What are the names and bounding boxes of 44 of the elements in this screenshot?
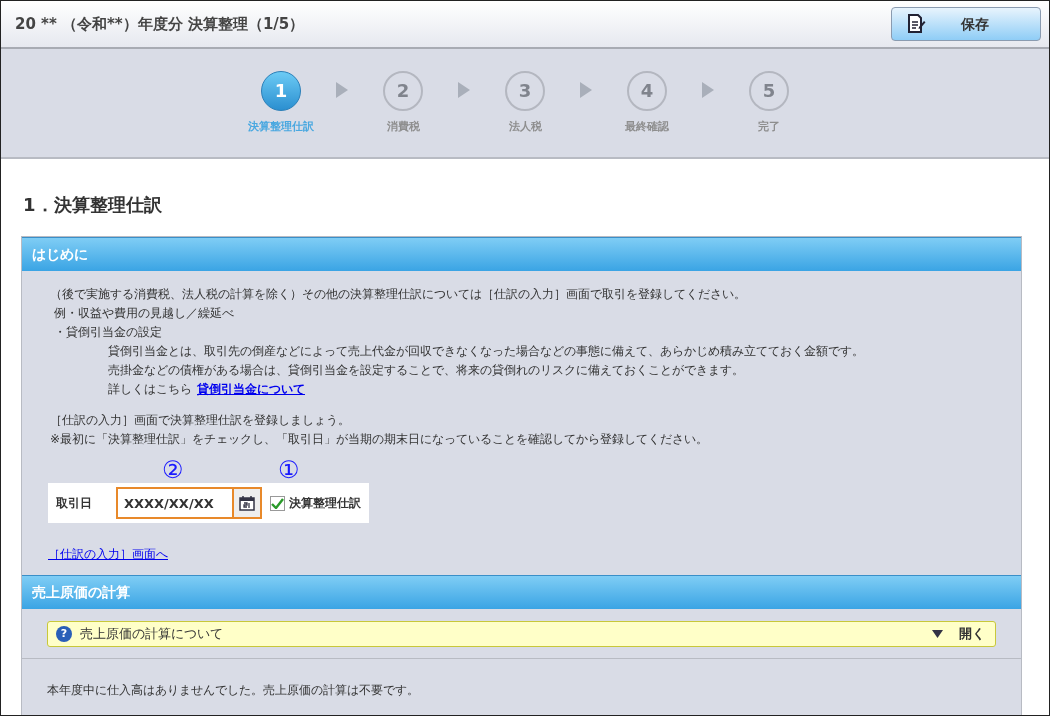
step-label: 最終確認	[625, 118, 669, 135]
step-number: 5	[749, 70, 789, 111]
field-label: 取引日	[56, 495, 93, 512]
page-heading: 1．決算整理仕訳	[23, 193, 163, 217]
body-text: （後で実施する消費税、法人税の計算を除く）その他の決算整理仕訳については［仕訳の入力］画面で取引を登録してください。	[50, 286, 746, 303]
step-number: 1	[261, 70, 301, 111]
step-number: 2	[383, 70, 423, 111]
help-icon: ?	[56, 626, 72, 642]
body-text: ・貸倒引当金の設定	[54, 324, 162, 341]
body-text: 売掛金などの債権がある場合は、貸倒引当金を設定することで、将来の貸倒れのリスクに備えておくことができます。	[108, 362, 744, 379]
section-header: 売上原価の計算	[22, 575, 1021, 609]
body-text: 貸倒引当金とは、取引先の倒産などによって売上代金が回収できなくなった場合などの事態に備えて、あらかじめ積み立てておく金額です。	[108, 343, 864, 360]
section-header: はじめに	[22, 237, 1021, 271]
step-label: 法人税	[508, 118, 542, 135]
step-number: 3	[505, 70, 545, 111]
date-field[interactable]: XXXX/XX/XX	[116, 487, 234, 519]
step-arrow-icon	[458, 82, 470, 98]
body-text: 例・収益や費用の見越し／繰延べ	[54, 305, 234, 322]
body-text: ［仕訳の入力］画面で決算整理仕訳を登録しましょう。	[50, 412, 350, 429]
checkbox-label: 決算整理仕訳	[289, 495, 361, 512]
accordion-header[interactable]: ? 売上原価の計算について 開く	[47, 621, 996, 647]
info-link[interactable]: 貸倒引当金について	[197, 380, 305, 399]
step-arrow-icon	[580, 82, 592, 98]
body-text: 詳しくはこちら	[108, 381, 192, 398]
checkbox[interactable]	[270, 495, 285, 511]
toggle-label: 開く	[959, 625, 985, 644]
journal-entry-link[interactable]: ［仕訳の入力］画面へ	[48, 547, 168, 561]
body-text: ※最初に「決算整理仕訳」をチェックし、「取引日」が当期の期末日になっていることを確認してから登録してください。	[50, 431, 709, 448]
step-arrow-icon	[702, 82, 714, 98]
accordion-title: 売上原価の計算について	[80, 625, 223, 644]
step-label: 決算整理仕訳	[248, 118, 314, 135]
page-title: 20 ** （令和**）年度分 決算整理（1/5）	[15, 13, 305, 35]
annotation-marker: ②	[161, 457, 185, 483]
calendar-button[interactable]	[234, 487, 262, 519]
calendar-icon	[239, 495, 255, 511]
step-number: 4	[627, 70, 667, 111]
caret-icon	[932, 630, 943, 638]
step-label: 消費税	[386, 118, 420, 135]
step-label: 完了	[758, 118, 780, 135]
save-button[interactable]: 保存	[891, 7, 1041, 41]
document-edit-icon	[908, 14, 926, 34]
step-arrow-icon	[336, 82, 348, 98]
annotation-marker: ①	[278, 457, 300, 483]
info-message: 本年度中に仕入高はありませんでした。売上原価の計算は不要です。	[46, 682, 420, 699]
